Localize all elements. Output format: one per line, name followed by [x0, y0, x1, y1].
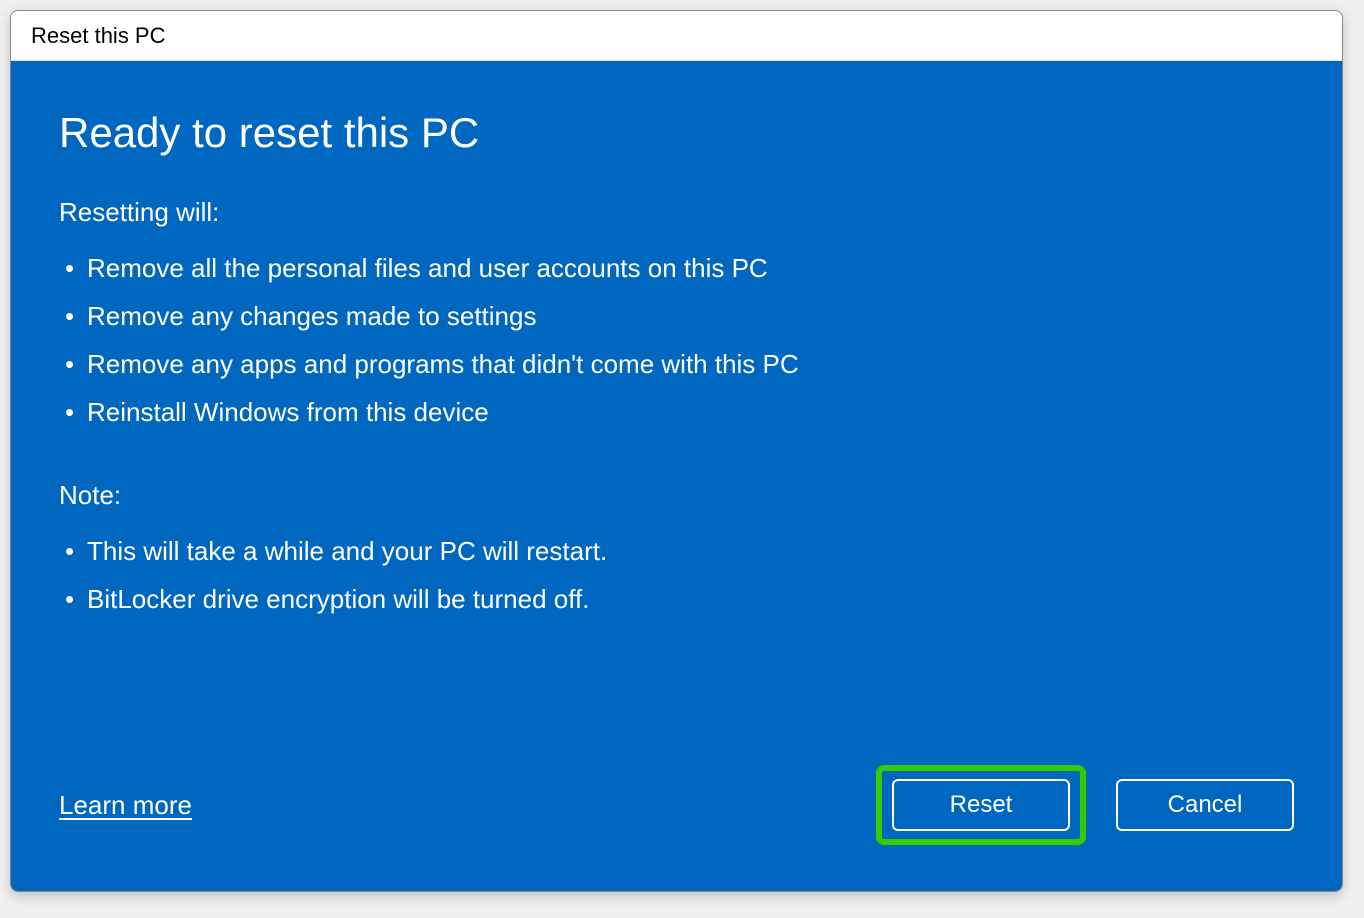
- dialog-heading: Ready to reset this PC: [59, 109, 1294, 157]
- learn-more-link[interactable]: Learn more: [59, 790, 192, 821]
- resetting-will-list: Remove all the personal files and user a…: [59, 244, 1294, 436]
- list-item: Remove any changes made to settings: [59, 292, 1294, 340]
- note-label: Note:: [59, 480, 1294, 511]
- button-group: Reset Cancel: [876, 765, 1294, 845]
- reset-button[interactable]: Reset: [892, 779, 1070, 831]
- resetting-will-label: Resetting will:: [59, 197, 1294, 228]
- dialog-content: Ready to reset this PC Resetting will: R…: [11, 61, 1342, 891]
- dialog-window: Reset this PC Ready to reset this PC Res…: [10, 10, 1343, 892]
- list-item: Reinstall Windows from this device: [59, 388, 1294, 436]
- reset-button-highlight: Reset: [876, 765, 1086, 845]
- list-item: Remove all the personal files and user a…: [59, 244, 1294, 292]
- cancel-button[interactable]: Cancel: [1116, 779, 1294, 831]
- window-title: Reset this PC: [31, 23, 166, 49]
- list-item: Remove any apps and programs that didn't…: [59, 340, 1294, 388]
- titlebar: Reset this PC: [11, 11, 1342, 61]
- dialog-footer: Learn more Reset Cancel: [59, 765, 1294, 845]
- list-item: This will take a while and your PC will …: [59, 527, 1294, 575]
- list-item: BitLocker drive encryption will be turne…: [59, 575, 1294, 623]
- note-list: This will take a while and your PC will …: [59, 527, 1294, 623]
